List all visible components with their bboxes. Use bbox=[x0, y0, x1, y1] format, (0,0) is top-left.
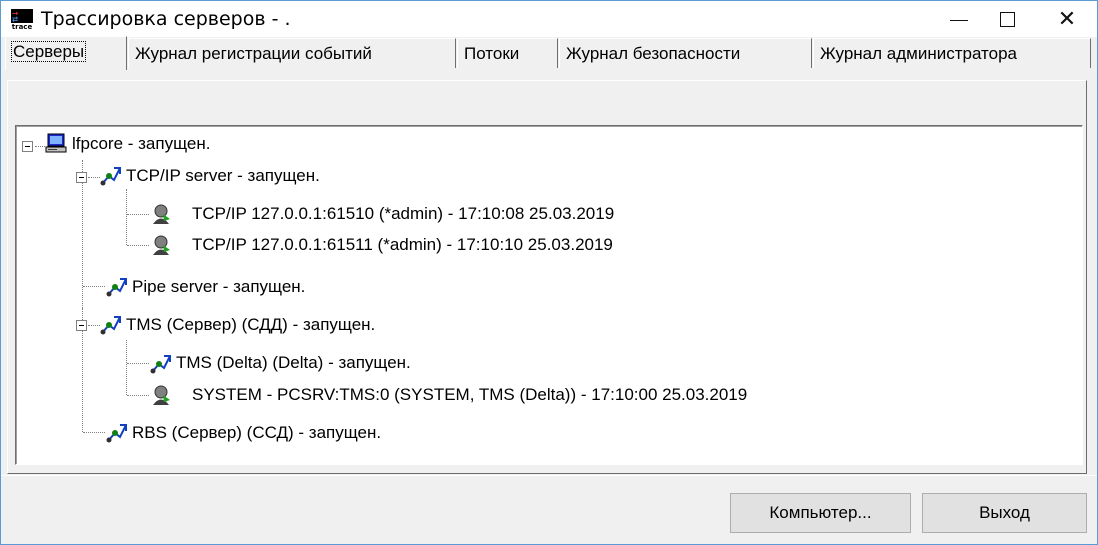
network-server-icon bbox=[106, 424, 127, 443]
collapse-tms-icon[interactable] bbox=[76, 320, 87, 331]
tree-item-pipe-server[interactable]: Pipe server - запущен. bbox=[132, 272, 305, 302]
computer-icon bbox=[45, 133, 67, 153]
tree-item-tms-system-connection[interactable]: SYSTEM - PCSRV:TMS:0 (SYSTEM, TMS (Delta… bbox=[192, 380, 747, 410]
maximize-button[interactable] bbox=[984, 1, 1030, 37]
tab-event-log[interactable]: Журнал регистрации событий bbox=[128, 38, 456, 68]
tree-item-tms-delta[interactable]: TMS (Delta) (Delta) - запущен. bbox=[176, 348, 411, 378]
minimize-icon bbox=[950, 19, 968, 21]
exit-button[interactable]: Выход bbox=[922, 493, 1087, 533]
divider bbox=[1, 475, 1097, 476]
computer-button[interactable]: Компьютер... bbox=[730, 493, 911, 533]
close-icon: ✕ bbox=[1057, 6, 1077, 32]
collapse-root-icon[interactable] bbox=[22, 141, 33, 152]
network-server-icon bbox=[150, 355, 171, 374]
maximize-icon bbox=[999, 11, 1015, 27]
user-connection-icon bbox=[153, 235, 170, 255]
title-bar: → ⇄ trace Трассировка серверов - . ✕ bbox=[1, 1, 1097, 37]
tree-item-lfpcore[interactable]: lfpcore - запущен. bbox=[72, 129, 210, 159]
main-window: → ⇄ trace Трассировка серверов - . ✕ Серв… bbox=[0, 0, 1098, 545]
tab-servers[interactable]: Серверы bbox=[5, 36, 127, 70]
network-server-icon bbox=[100, 167, 121, 186]
network-server-icon bbox=[100, 316, 121, 335]
tree-item-tcp-connection-1[interactable]: TCP/IP 127.0.0.1:61510 (*admin) - 17:10:… bbox=[192, 199, 614, 229]
tab-admin-log[interactable]: Журнал администратора bbox=[813, 38, 1091, 68]
tree-item-tcp-connection-2[interactable]: TCP/IP 127.0.0.1:61511 (*admin) - 17:10:… bbox=[192, 230, 613, 260]
tab-threads[interactable]: Потоки bbox=[457, 38, 558, 68]
minimize-button[interactable] bbox=[936, 1, 982, 37]
trace-app-icon[interactable]: → ⇄ trace bbox=[11, 9, 33, 31]
trace-icon-label: trace bbox=[11, 23, 33, 31]
collapse-tcp-icon[interactable] bbox=[76, 172, 87, 183]
window-title: Трассировка серверов - . bbox=[41, 8, 291, 30]
network-server-icon bbox=[106, 278, 127, 297]
user-connection-icon bbox=[153, 204, 170, 224]
user-connection-icon bbox=[153, 385, 170, 405]
tree-item-tms-server[interactable]: TMS (Сервер) (СДД) - запущен. bbox=[126, 310, 375, 340]
server-tree[interactable]: lfpcore - запущен. TCP/IP server - запущ… bbox=[15, 125, 1083, 465]
tab-security-log[interactable]: Журнал безопасности bbox=[559, 38, 812, 68]
tree-item-rbs-server[interactable]: RBS (Сервер) (ССД) - запущен. bbox=[132, 418, 381, 448]
close-button[interactable]: ✕ bbox=[1044, 1, 1090, 37]
tree-item-tcp-server[interactable]: TCP/IP server - запущен. bbox=[126, 161, 320, 191]
